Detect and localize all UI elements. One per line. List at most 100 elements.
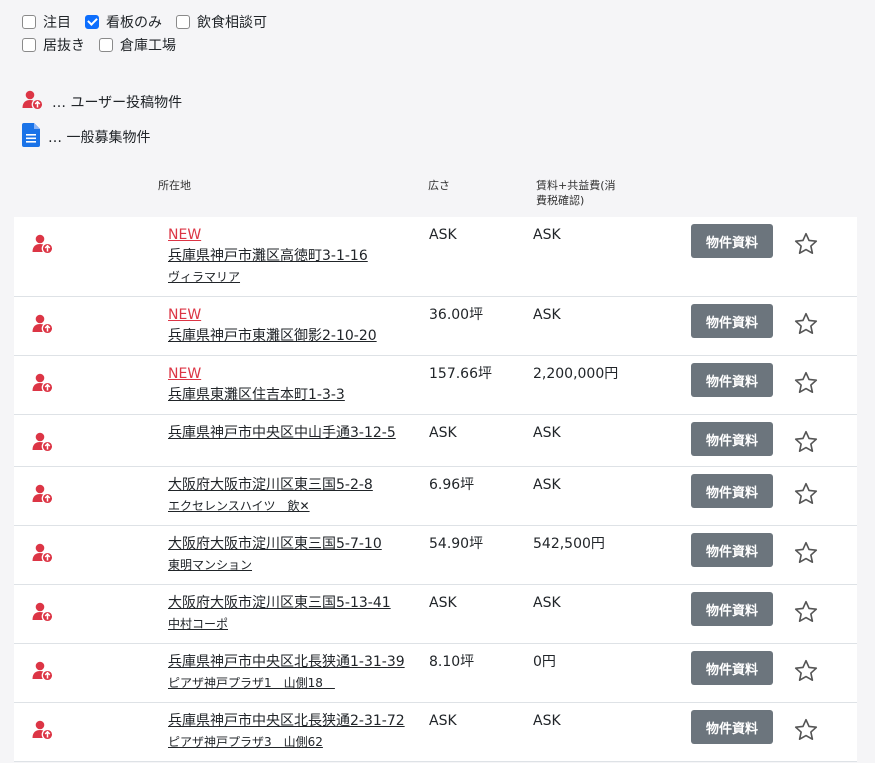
user-upload-icon — [22, 89, 44, 115]
property-document-button[interactable]: 物件資料 — [691, 304, 773, 338]
property-document-button[interactable]: 物件資料 — [691, 533, 773, 567]
property-document-button[interactable]: 物件資料 — [691, 651, 773, 685]
star-icon[interactable] — [793, 311, 819, 341]
star-icon[interactable] — [793, 370, 819, 400]
size-cell: ASK — [429, 595, 457, 611]
property-document-button[interactable]: 物件資料 — [691, 710, 773, 744]
property-document-button[interactable]: 物件資料 — [691, 422, 773, 456]
size-cell: 157.66坪 — [429, 366, 492, 382]
price-cell: 542,500円 — [533, 536, 605, 552]
address-link[interactable]: 大阪府大阪市淀川区東三国5-13-41 — [168, 593, 391, 614]
address-link[interactable]: 兵庫県神戸市中央区中山手通3-12-5 — [168, 423, 396, 444]
user-upload-icon — [32, 660, 54, 686]
col-rent-line1: 賃料+共益費(消 — [536, 179, 616, 192]
star-icon[interactable] — [793, 231, 819, 261]
address-link[interactable]: 兵庫県神戸市灘区高徳町3-1-16 — [168, 246, 368, 267]
size-cell: ASK — [429, 713, 457, 729]
legend-general-label: … 一般募集物件 — [48, 130, 151, 146]
address-cell: NEW 兵庫県神戸市東灘区御影2-10-20 — [168, 305, 377, 347]
legend: … ユーザー投稿物件 … 一般募集物件 — [22, 90, 182, 160]
size-cell: 6.96坪 — [429, 477, 475, 493]
star-icon[interactable] — [793, 599, 819, 629]
checkbox[interactable] — [85, 14, 99, 29]
new-badge-link[interactable]: NEW — [168, 364, 345, 385]
user-upload-icon — [32, 483, 54, 509]
property-document-button[interactable]: 物件資料 — [691, 592, 773, 626]
star-icon[interactable] — [793, 717, 819, 747]
checkbox[interactable] — [22, 37, 36, 52]
building-name-link[interactable]: 中村コーポ — [168, 614, 391, 634]
new-badge-link[interactable]: NEW — [168, 225, 368, 246]
filter-chumoku[interactable]: 注目 — [22, 12, 71, 32]
address-cell: 兵庫県神戸市中央区北長狭通1-31-39 ピアザ神戸プラザ1 山側18 — [168, 652, 405, 693]
address-cell: 兵庫県神戸市中央区北長狭通2-31-72 ピアザ神戸プラザ3 山側62 — [168, 711, 405, 752]
filter-inshoku[interactable]: 飲食相談可 — [176, 12, 267, 32]
filter-row-2: 居抜き 倉庫工場 — [22, 33, 281, 56]
address-cell: NEW 兵庫県東灘区住吉本町1-3-3 — [168, 364, 345, 406]
address-link[interactable]: 兵庫県東灘区住吉本町1-3-3 — [168, 385, 345, 406]
table-row: 兵庫県神戸市中央区北長狭通1-31-39 ピアザ神戸プラザ1 山側18 8.10坪… — [14, 644, 857, 703]
address-link[interactable]: 兵庫県神戸市東灘区御影2-10-20 — [168, 326, 377, 347]
building-name-link[interactable]: エクセレンスハイツ 飲✕ — [168, 496, 373, 516]
checkbox[interactable] — [99, 37, 113, 52]
size-cell: ASK — [429, 227, 457, 243]
size-cell: ASK — [429, 425, 457, 441]
star-icon[interactable] — [793, 540, 819, 570]
price-cell: ASK — [533, 307, 561, 323]
star-icon[interactable] — [793, 658, 819, 688]
property-document-button[interactable]: 物件資料 — [691, 363, 773, 397]
price-cell: ASK — [533, 713, 561, 729]
address-link[interactable]: 兵庫県神戸市中央区北長狭通2-31-72 — [168, 711, 405, 732]
filter-inuki[interactable]: 居抜き — [22, 35, 85, 55]
checkbox-label: 注目 — [43, 14, 71, 31]
checkbox[interactable] — [22, 14, 36, 29]
table-row: 大阪府大阪市淀川区東三国5-13-41 中村コーポ ASK ASK 物件資料 — [14, 585, 857, 644]
filter-souko[interactable]: 倉庫工場 — [99, 35, 176, 55]
col-location: 所在地 — [158, 179, 191, 192]
size-cell: 54.90坪 — [429, 536, 484, 552]
address-link[interactable]: 大阪府大阪市淀川区東三国5-2-8 — [168, 475, 373, 496]
filter-kanban-only[interactable]: 看板のみ — [85, 12, 162, 32]
property-document-button[interactable]: 物件資料 — [691, 474, 773, 508]
size-cell: 36.00坪 — [429, 307, 484, 323]
address-link[interactable]: 大阪府大阪市淀川区東三国5-7-10 — [168, 534, 382, 555]
legend-general: … 一般募集物件 — [22, 123, 182, 151]
user-upload-icon — [32, 542, 54, 568]
user-upload-icon — [32, 431, 54, 457]
new-badge-link[interactable]: NEW — [168, 305, 377, 326]
price-cell: 2,200,000円 — [533, 366, 619, 382]
checkbox-label: 居抜き — [43, 37, 85, 54]
building-name-link[interactable]: ピアザ神戸プラザ1 山側18 — [168, 673, 405, 693]
building-name-link[interactable]: ヴィラマリア — [168, 267, 368, 287]
address-cell: 大阪府大阪市淀川区東三国5-7-10 東明マンション — [168, 534, 382, 575]
table-row: 大阪府大阪市淀川区東三国5-2-8 エクセレンスハイツ 飲✕ 6.96坪 ASK … — [14, 467, 857, 526]
building-name-link[interactable]: ピアザ神戸プラザ3 山側62 — [168, 732, 405, 752]
star-icon[interactable] — [793, 429, 819, 459]
legend-user-post-label: … ユーザー投稿物件 — [52, 95, 183, 111]
address-cell: 兵庫県神戸市中央区中山手通3-12-5 — [168, 423, 396, 444]
price-cell: ASK — [533, 595, 561, 611]
table-row: NEW 兵庫県神戸市東灘区御影2-10-20 36.00坪 ASK 物件資料 — [14, 297, 857, 356]
checkbox[interactable] — [176, 14, 190, 29]
user-upload-icon — [32, 601, 54, 627]
table-row: 兵庫県神戸市中央区北長狭通2-31-72 ピアザ神戸プラザ3 山側62 ASK A… — [14, 703, 857, 762]
star-icon[interactable] — [793, 481, 819, 511]
document-icon — [22, 123, 40, 151]
user-upload-icon — [32, 372, 54, 398]
building-name-link[interactable]: 東明マンション — [168, 555, 382, 575]
user-upload-icon — [32, 719, 54, 745]
col-rent-line2: 費税確認) — [536, 194, 585, 207]
address-cell: 大阪府大阪市淀川区東三国5-2-8 エクセレンスハイツ 飲✕ — [168, 475, 373, 516]
col-rent: 賃料+共益費(消 費税確認) — [536, 178, 616, 208]
legend-user-post: … ユーザー投稿物件 — [22, 90, 182, 114]
address-link[interactable]: 兵庫県神戸市中央区北長狭通1-31-39 — [168, 652, 405, 673]
address-cell: NEW 兵庫県神戸市灘区高徳町3-1-16 ヴィラマリア — [168, 225, 368, 287]
checkbox-label: 看板のみ — [106, 14, 162, 31]
address-cell: 大阪府大阪市淀川区東三国5-13-41 中村コーポ — [168, 593, 391, 634]
property-table: NEW 兵庫県神戸市灘区高徳町3-1-16 ヴィラマリア ASK ASK 物件資料 … — [14, 217, 857, 762]
property-document-button[interactable]: 物件資料 — [691, 224, 773, 258]
col-size: 広さ — [428, 179, 450, 192]
checkbox-label: 飲食相談可 — [197, 14, 267, 31]
price-cell: ASK — [533, 425, 561, 441]
table-row: NEW 兵庫県神戸市灘区高徳町3-1-16 ヴィラマリア ASK ASK 物件資料 — [14, 217, 857, 297]
